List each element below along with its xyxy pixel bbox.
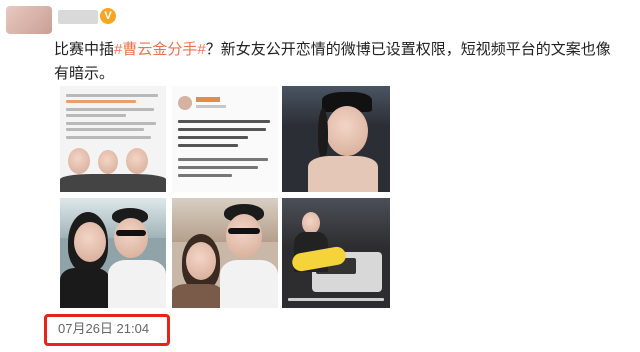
photo-body — [108, 260, 166, 308]
text-line — [178, 136, 248, 139]
image-thumbnail-4[interactable] — [60, 198, 166, 308]
post-header: V — [0, 0, 640, 34]
verified-badge-icon: V — [100, 8, 116, 24]
profile-avatar-icon — [178, 96, 192, 110]
photo-face — [326, 106, 368, 156]
image-thumbnail-6[interactable] — [282, 198, 390, 308]
text-line — [66, 94, 158, 97]
text-line — [66, 122, 156, 125]
text-line — [178, 128, 266, 131]
image-grid — [60, 86, 390, 312]
photo-face — [114, 218, 148, 258]
text-line — [66, 128, 144, 131]
text-line — [178, 158, 268, 161]
text-line — [178, 144, 238, 147]
text-line — [66, 114, 126, 117]
sunglasses-icon — [228, 228, 260, 234]
user-avatar[interactable] — [6, 6, 52, 34]
text-line — [178, 174, 232, 177]
photo-face — [68, 148, 90, 174]
photo-face — [98, 150, 118, 174]
photo-background — [172, 198, 278, 242]
image-thumbnail-3[interactable] — [282, 86, 390, 192]
post-timestamp[interactable]: 07月26日 21:04 — [58, 320, 149, 338]
sunglasses-icon — [116, 230, 146, 236]
photo-face — [126, 148, 148, 174]
text-line — [178, 166, 258, 169]
photo-body — [60, 268, 110, 308]
photo-body — [220, 260, 278, 308]
post-text: 比赛中插#曹云金分手#？新女友公开恋情的微博已设置权限，短视频平台的文案也像有暗… — [54, 38, 622, 86]
image-thumbnail-5[interactable] — [172, 198, 278, 308]
post-text-before: 比赛中插 — [54, 41, 115, 58]
image-thumbnail-1[interactable] — [60, 86, 166, 192]
photo-hair — [318, 108, 328, 158]
photo-body — [308, 156, 378, 192]
text-line — [66, 100, 136, 103]
photo-face — [302, 212, 320, 234]
profile-sub-line — [196, 105, 226, 108]
photo-face — [74, 222, 106, 262]
profile-name-line — [196, 97, 220, 102]
video-subtitle-line — [288, 298, 384, 301]
text-line — [66, 136, 151, 139]
photo-face — [226, 214, 262, 258]
text-line — [178, 120, 270, 123]
username-redacted[interactable] — [58, 10, 98, 24]
hashtag-link[interactable]: #曹云金分手# — [114, 41, 206, 58]
text-line — [66, 108, 154, 111]
image-thumbnail-2[interactable] — [172, 86, 278, 192]
photo-strip — [60, 174, 166, 192]
photo-face — [186, 242, 216, 280]
photo-body — [172, 284, 222, 308]
